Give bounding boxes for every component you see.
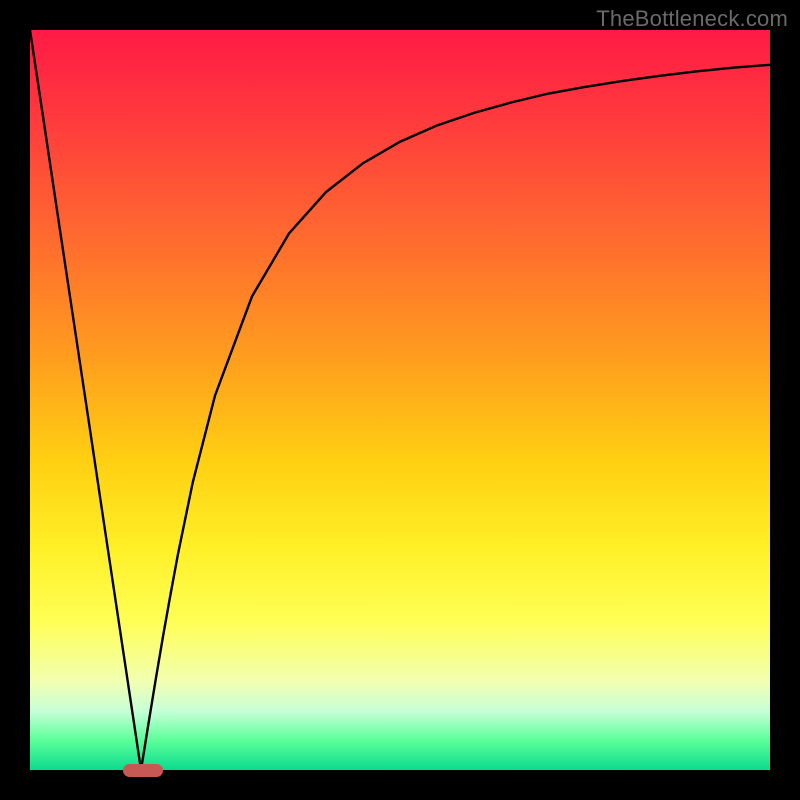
watermark-text: TheBottleneck.com bbox=[596, 6, 788, 32]
plot-area bbox=[30, 30, 770, 770]
chart-frame: TheBottleneck.com bbox=[0, 0, 800, 800]
bottleneck-curve bbox=[30, 30, 770, 770]
curve-path bbox=[30, 30, 770, 770]
optimum-marker bbox=[123, 764, 164, 777]
